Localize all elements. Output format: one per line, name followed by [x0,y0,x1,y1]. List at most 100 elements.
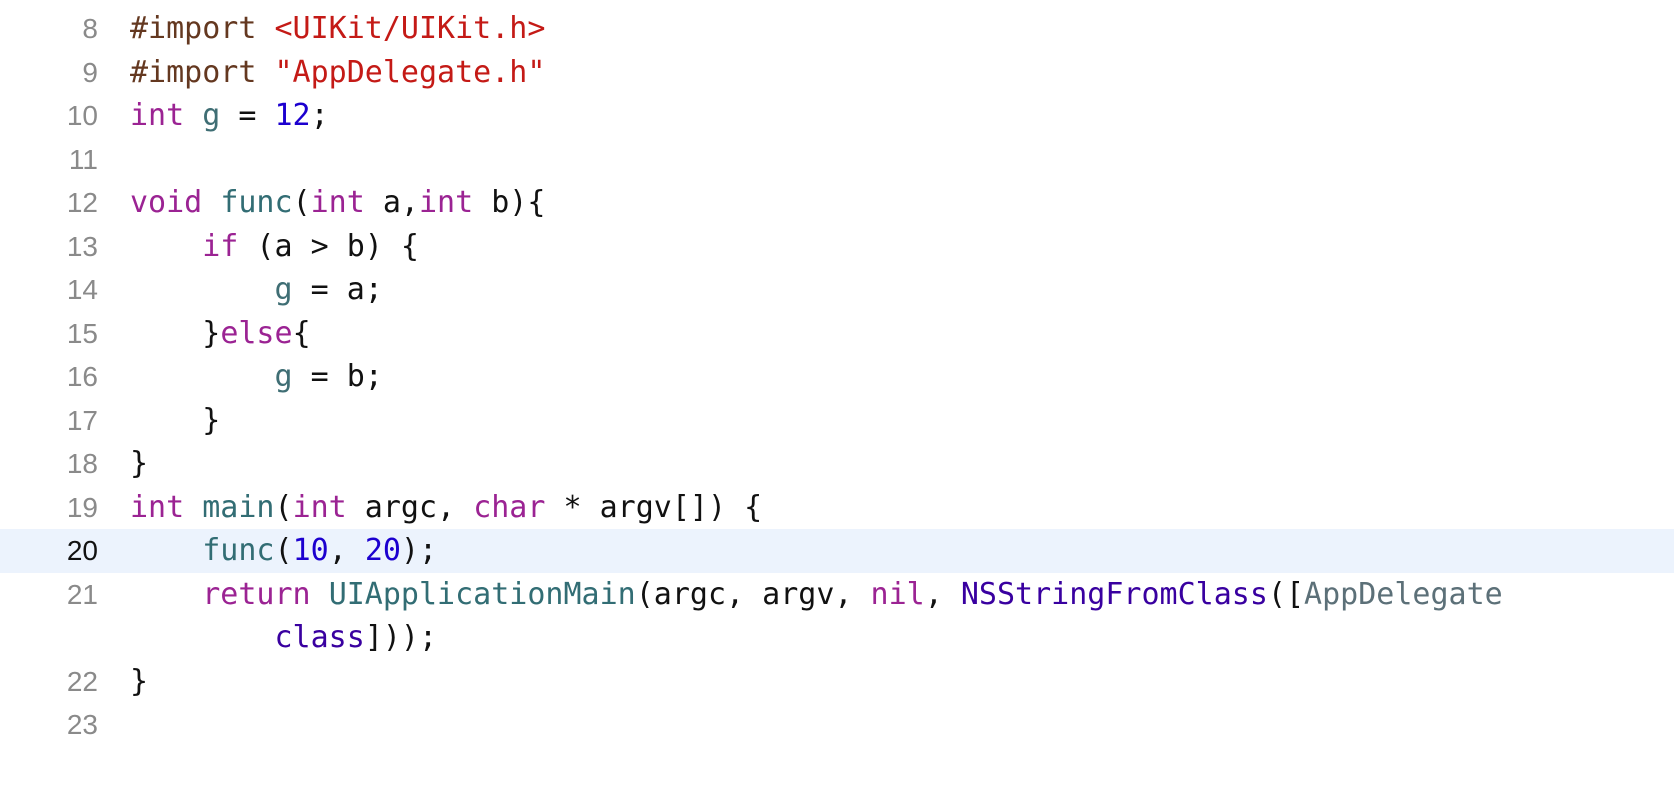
line-number: 21 [66,578,98,610]
code-token-fn: UIApplicationMain [328,576,636,612]
code-token-plain: = a; [292,272,383,307]
line-number: 14 [66,274,98,305]
code-text[interactable]: g = a; [130,268,1654,312]
line-number: 17 [66,404,98,436]
code-token-kw: int [419,185,474,220]
code-line[interactable]: 15 }else{ [0,312,1674,356]
code-token-plain: a, [364,185,419,220]
code-token-plain: ])); [364,620,438,655]
code-token-plain: argc, [346,489,474,525]
code-token-plain: } [130,315,221,351]
code-text[interactable]: } [130,399,1654,443]
code-token-plain: } [130,446,149,481]
code-token-plain: ( [274,533,293,568]
code-row: return UIApplicationMain(argc, argv, nil… [130,573,1654,617]
code-token-plain: , [924,576,961,612]
code-line[interactable]: 23 [0,703,1674,747]
code-token-pp: #import [130,54,275,90]
code-token-pp: #import [130,11,275,46]
code-line-current[interactable]: 20 func(10, 20); [0,529,1674,573]
code-token-plain: = [220,98,275,133]
code-token-num: 10 [292,533,329,568]
code-token-gv: g [274,272,293,307]
code-token-plain: ([ [1267,576,1305,612]
code-text[interactable]: #import <UIKit/UIKit.h> [130,7,1654,51]
code-line[interactable]: 19 int main(int argc, char * argv[]) { [0,486,1674,530]
code-token-plain: * argv[]) { [545,489,763,525]
code-token-str: "AppDelegate.h" [274,54,546,90]
code-token-plain: , [328,533,365,568]
line-number: 19 [66,491,98,523]
code-line[interactable]: 8 #import <UIKit/UIKit.h> [0,7,1674,51]
code-token-fn: func [220,185,293,220]
line-number: 13 [66,230,98,262]
line-number: 16 [66,361,98,392]
code-token-plain: ( [274,489,293,525]
line-number: 8 [82,13,98,44]
code-line[interactable]: 10 int g = 12; [0,94,1674,138]
code-token-kw: nil [870,576,925,612]
code-editor[interactable]: 8 #import <UIKit/UIKit.h> 9 #import "AppDel… [0,0,1674,788]
code-text[interactable]: func(10, 20); [130,529,1654,573]
code-token-str: <UIKit/UIKit.h> [274,11,546,46]
code-text[interactable]: }else{ [130,312,1654,356]
code-token-kw: return [202,576,311,612]
code-line[interactable]: 22} [0,660,1674,704]
line-number: 15 [66,317,98,349]
code-line[interactable]: 11 [0,138,1674,182]
code-token-plain: = b; [292,359,383,394]
code-token-gv: g [202,98,221,133]
line-number: 22 [66,665,98,697]
code-token-kw: void [130,185,203,220]
code-line[interactable]: 14 g = a; [0,268,1674,312]
code-token-plain: b){ [473,185,546,220]
code-text[interactable]: int g = 12; [130,94,1654,138]
code-row-wrapped: class])); [130,616,1654,660]
code-token-plain: ( [292,185,311,220]
code-token-sys: NSStringFromClass [960,576,1268,612]
code-token-plain: (argc, argv, [635,576,871,612]
code-text[interactable]: if (a > b) { [130,225,1654,269]
code-token-kw: int [310,185,365,220]
code-text[interactable]: } [130,660,1654,704]
line-number: 23 [66,709,98,740]
line-number: 20 [66,535,98,566]
code-token-kw: int [292,489,347,525]
code-line[interactable]: 12 void func(int a,int b){ [0,181,1674,225]
code-line[interactable]: 18} [0,442,1674,486]
code-token-kw: char [473,489,546,525]
code-text[interactable]: } [130,442,1654,486]
line-number: 9 [82,56,98,88]
code-token-kw: int [130,489,185,525]
code-line[interactable]: 17 } [0,399,1674,443]
code-token-plain: ); [400,533,438,568]
code-token-fn: func [202,533,275,568]
code-token-plain: } [130,663,149,699]
code-token-plain: } [130,402,221,438]
code-text[interactable]: int main(int argc, char * argv[]) { [130,486,1654,530]
code-token-plain: (a > b) { [238,228,419,264]
code-token-kw: int [130,98,185,133]
code-text[interactable]: return UIApplicationMain(argc, argv, nil… [130,573,1654,660]
line-number: 12 [66,187,98,218]
code-token-sys: class [274,620,365,655]
code-line[interactable]: 16 g = b; [0,355,1674,399]
code-text[interactable]: #import "AppDelegate.h" [130,51,1654,95]
code-text[interactable]: g = b; [130,355,1654,399]
code-token-fn: main [202,489,275,525]
code-token-plain: ; [310,98,329,133]
code-line[interactable]: 9 #import "AppDelegate.h" [0,51,1674,95]
code-line[interactable]: 13 if (a > b) { [0,225,1674,269]
code-token-num: 12 [274,98,311,133]
code-token-plain: { [292,315,311,351]
code-text[interactable]: void func(int a,int b){ [130,181,1654,225]
code-line[interactable]: 21 return UIApplicationMain(argc, argv, … [0,573,1674,660]
